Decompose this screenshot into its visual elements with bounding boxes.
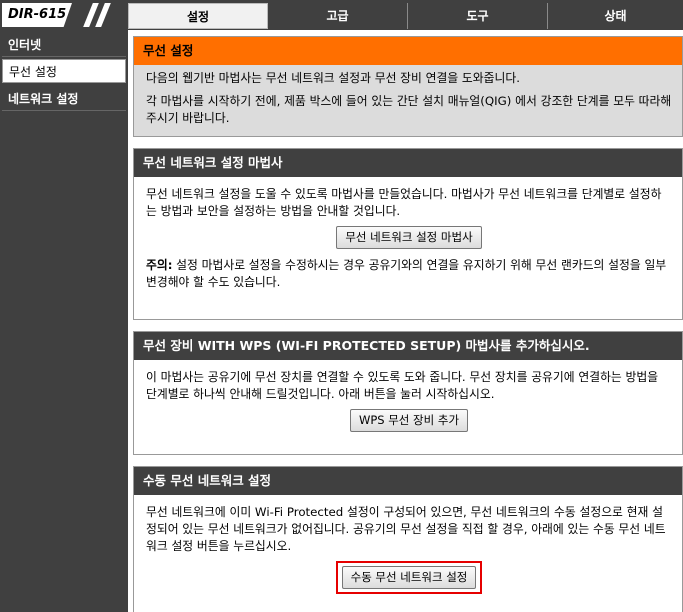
tab-status[interactable]: 상태 (548, 3, 683, 29)
wizard-button-row: 무선 네트워크 설정 마법사 (146, 226, 672, 249)
intro-section: 무선 설정 다음의 웹기반 마법사는 무선 네트워크 설정과 무선 장비 연결을… (133, 36, 683, 137)
intro-line2: 각 마법사를 시작하기 전에, 제품 박스에 들어 있는 간단 설치 매뉴얼(Q… (146, 94, 672, 125)
tab-advanced[interactable]: 고급 (268, 3, 408, 29)
divider-slash-icon (95, 3, 111, 27)
wps-body: 이 마법사는 공유기에 무선 장치를 연결할 수 있도록 도와 줍니다. 무선 … (134, 360, 682, 446)
manual-text: 무선 네트워크에 이미 Wi-Fi Protected 설정이 구성되어 있으면… (146, 505, 666, 553)
sidebar-item-wireless[interactable]: 무선 설정 (2, 59, 126, 83)
wps-title: 무선 장비 WITH WPS (WI-FI PROTECTED SETUP) 마… (134, 332, 682, 360)
wps-button-row: WPS 무선 장비 추가 (146, 409, 672, 432)
manual-section: 수동 무선 네트워크 설정 무선 네트워크에 이미 Wi-Fi Protecte… (133, 466, 683, 612)
note-text: 설정 마법사로 설정을 수정하시는 경우 공유기와의 연결을 유지하기 위해 무… (146, 258, 667, 289)
manual-title: 수동 무선 네트워크 설정 (134, 467, 682, 495)
sidebar-item-network[interactable]: 네트워크 설정 (2, 87, 126, 111)
intro-body: 다음의 웹기반 마법사는 무선 네트워크 설정과 무선 장비 연결을 도와줍니다… (134, 65, 682, 139)
wizard-text: 무선 네트워크 설정을 도울 수 있도록 마법사를 만들었습니다. 마법사가 무… (146, 187, 662, 218)
manual-body: 무선 네트워크에 이미 Wi-Fi Protected 설정이 구성되어 있으면… (134, 495, 682, 608)
wps-section: 무선 장비 WITH WPS (WI-FI PROTECTED SETUP) 마… (133, 331, 683, 455)
wizard-title: 무선 네트워크 설정 마법사 (134, 149, 682, 177)
wizard-section: 무선 네트워크 설정 마법사 무선 네트워크 설정을 도울 수 있도록 마법사를… (133, 148, 683, 320)
manual-button-highlight: 수동 무선 네트워크 설정 (335, 561, 483, 594)
brand-area: DIR-615 (0, 0, 125, 30)
top-bar: DIR-615 설정 고급 도구 상태 (0, 0, 683, 30)
sidebar: 인터넷 무선 설정 네트워크 설정 (0, 30, 128, 612)
note-label: 주의: (146, 258, 173, 272)
wps-text: 이 마법사는 공유기에 무선 장치를 연결할 수 있도록 도와 줍니다. 무선 … (146, 370, 659, 401)
page-title: 무선 설정 (134, 37, 682, 65)
wireless-wizard-button[interactable]: 무선 네트워크 설정 마법사 (336, 226, 482, 249)
sidebar-item-internet[interactable]: 인터넷 (2, 33, 126, 57)
wizard-body: 무선 네트워크 설정을 도울 수 있도록 마법사를 만들었습니다. 마법사가 무… (134, 177, 682, 303)
model-name: DIR-615 (2, 3, 72, 27)
add-wps-device-button[interactable]: WPS 무선 장비 추가 (349, 409, 469, 432)
manual-button-row: 수동 무선 네트워크 설정 (146, 561, 672, 594)
main-tabs: 설정 고급 도구 상태 (128, 3, 683, 29)
tab-tools[interactable]: 도구 (408, 3, 548, 29)
intro-line1: 다음의 웹기반 마법사는 무선 네트워크 설정과 무선 장비 연결을 도와줍니다… (146, 71, 520, 85)
manual-setup-button[interactable]: 수동 무선 네트워크 설정 (341, 566, 477, 589)
tab-setup[interactable]: 설정 (128, 3, 268, 29)
wizard-note: 주의: 설정 마법사로 설정을 수정하시는 경우 공유기와의 연결을 유지하기 … (146, 257, 672, 291)
main-content: 무선 설정 다음의 웹기반 마법사는 무선 네트워크 설정과 무선 장비 연결을… (128, 30, 683, 612)
